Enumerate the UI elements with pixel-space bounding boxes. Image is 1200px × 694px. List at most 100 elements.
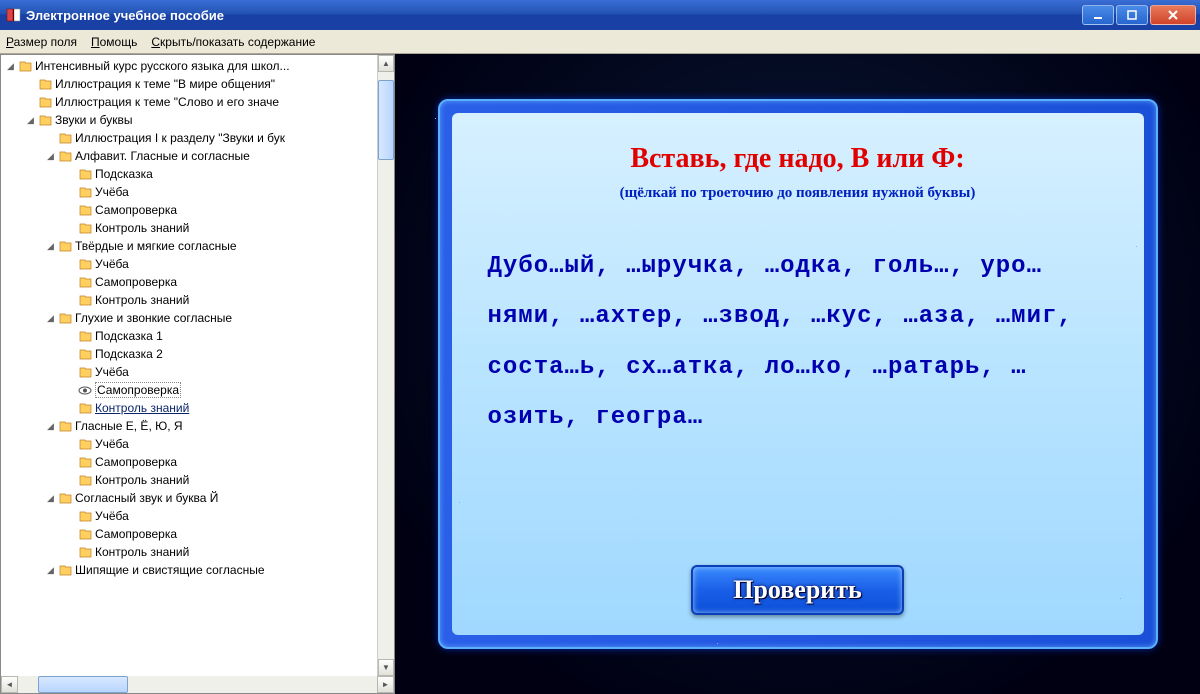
- tree-item-label: Алфавит. Гласные и согласные: [75, 149, 250, 163]
- folder-icon: [78, 456, 92, 468]
- tree-item-label: Иллюстрация I к разделу "Звуки и бук: [75, 131, 285, 145]
- toc-sidebar: ◢ Интенсивный курс русского языка для шко…: [0, 54, 395, 694]
- content-area: ◢ Интенсивный курс русского языка для шко…: [0, 54, 1200, 694]
- tree-item-label: Подсказка 1: [95, 329, 163, 343]
- folder-icon: [58, 312, 72, 324]
- tree-item[interactable]: Контроль знаний: [1, 471, 377, 489]
- folder-icon: [78, 276, 92, 288]
- tree-item[interactable]: Контроль знаний: [1, 291, 377, 309]
- folder-icon: [38, 96, 52, 108]
- tree-item-label: Самопроверка: [95, 455, 177, 469]
- tree-item-label: Шипящие и свистящие согласные: [75, 563, 265, 577]
- scroll-track[interactable]: [378, 72, 394, 659]
- tree-item[interactable]: Подсказка 2: [1, 345, 377, 363]
- menu-toggle-toc[interactable]: Скрыть/показать содержание: [151, 35, 315, 49]
- window-title: Электронное учебное пособие: [26, 8, 1082, 23]
- folder-icon: [78, 546, 92, 558]
- tree-item-label: Иллюстрация к теме "В мире общения": [55, 77, 275, 91]
- tree-item-label: Подсказка 2: [95, 347, 163, 361]
- tree-item[interactable]: ◢ Глухие и звонкие согласные: [1, 309, 377, 327]
- folder-icon: [78, 348, 92, 360]
- tree-item[interactable]: Иллюстрация к теме "В мире общения": [1, 75, 377, 93]
- lesson-viewer: Вставь, где надо, В или Ф: (щёлкай по тр…: [395, 54, 1200, 694]
- tree-item[interactable]: ◢ Твёрдые и мягкие согласные: [1, 237, 377, 255]
- window-controls: [1082, 5, 1196, 25]
- collapse-icon[interactable]: ◢: [25, 115, 36, 126]
- tree-item[interactable]: Иллюстрация к теме "Слово и его значе: [1, 93, 377, 111]
- close-button[interactable]: [1150, 5, 1196, 25]
- tree-item[interactable]: ◢ Интенсивный курс русского языка для шко…: [1, 57, 377, 75]
- folder-icon: [78, 528, 92, 540]
- eye-icon: [78, 384, 92, 396]
- folder-icon: [78, 186, 92, 198]
- tree-item-label: Учёба: [95, 185, 129, 199]
- scroll-up-button[interactable]: ▲: [378, 55, 394, 72]
- tree-item[interactable]: Самопроверка: [1, 381, 377, 399]
- tree-item[interactable]: Учёба: [1, 183, 377, 201]
- folder-icon: [18, 60, 32, 72]
- toc-tree[interactable]: ◢ Интенсивный курс русского языка для шко…: [1, 55, 377, 676]
- check-button[interactable]: Проверить: [691, 565, 904, 615]
- tree-item[interactable]: ◢Гласные Е, Ё, Ю, Я: [1, 417, 377, 435]
- tree-item-label: Учёба: [95, 437, 129, 451]
- tree-item-label: Учёба: [95, 509, 129, 523]
- tree-item[interactable]: Самопроверка: [1, 453, 377, 471]
- menu-field-size[interactable]: Размер поля: [6, 35, 77, 49]
- exercise-text[interactable]: Дубо…ый, …ыручка, …одка, голь…, уро…нями…: [482, 242, 1114, 555]
- tree-item[interactable]: Учёба: [1, 435, 377, 453]
- menu-help[interactable]: Помощь: [91, 35, 137, 49]
- tree-item[interactable]: Самопроверка: [1, 273, 377, 291]
- collapse-icon[interactable]: ◢: [45, 421, 56, 432]
- scroll-right-button[interactable]: ►: [377, 676, 394, 693]
- horizontal-scrollbar[interactable]: ◄ ►: [1, 676, 394, 693]
- tree-item[interactable]: Контроль знаний: [1, 543, 377, 561]
- tree-item-label: Контроль знаний: [95, 221, 189, 235]
- tree-item-label: Звуки и буквы: [55, 113, 133, 127]
- application-window: Электронное учебное пособие Размер поля …: [0, 0, 1200, 694]
- lesson-card-inner: Вставь, где надо, В или Ф: (щёлкай по тр…: [452, 113, 1144, 635]
- tree-item[interactable]: Контроль знаний: [1, 399, 377, 417]
- tree-item[interactable]: ◢ Шипящие и свистящие согласные: [1, 561, 377, 579]
- collapse-icon[interactable]: ◢: [45, 151, 56, 162]
- folder-icon: [58, 420, 72, 432]
- tree-item-label: Учёба: [95, 365, 129, 379]
- collapse-icon[interactable]: ◢: [5, 61, 16, 72]
- tree-item[interactable]: Самопроверка: [1, 525, 377, 543]
- tree-item[interactable]: Самопроверка: [1, 201, 377, 219]
- scroll-down-button[interactable]: ▼: [378, 659, 394, 676]
- tree-item[interactable]: ◢Согласный звук и буква Й: [1, 489, 377, 507]
- tree-item[interactable]: Контроль знаний: [1, 219, 377, 237]
- folder-icon: [38, 114, 52, 126]
- folder-icon: [78, 258, 92, 270]
- tree-item-label: Твёрдые и мягкие согласные: [75, 239, 237, 253]
- tree-item[interactable]: Подсказка: [1, 165, 377, 183]
- collapse-icon[interactable]: ◢: [45, 241, 56, 252]
- tree-item[interactable]: Учёба: [1, 363, 377, 381]
- tree-item[interactable]: Иллюстрация I к разделу "Звуки и бук: [1, 129, 377, 147]
- folder-icon: [58, 150, 72, 162]
- maximize-button[interactable]: [1116, 5, 1148, 25]
- folder-icon: [78, 204, 92, 216]
- scroll-left-button[interactable]: ◄: [1, 676, 18, 693]
- tree-item[interactable]: Учёба: [1, 255, 377, 273]
- collapse-icon[interactable]: ◢: [45, 493, 56, 504]
- tree-item-label: Самопроверка: [95, 527, 177, 541]
- folder-icon: [78, 366, 92, 378]
- tree-item[interactable]: ◢ Звуки и буквы: [1, 111, 377, 129]
- tree-item-label: Интенсивный курс русского языка для школ…: [35, 59, 290, 73]
- tree-item-label: Глухие и звонкие согласные: [75, 311, 232, 325]
- tree-item[interactable]: ◢ Алфавит. Гласные и согласные: [1, 147, 377, 165]
- scroll-thumb[interactable]: [378, 80, 394, 160]
- tree-item-label: Контроль знаний: [95, 401, 189, 415]
- tree-item[interactable]: Учёба: [1, 507, 377, 525]
- titlebar[interactable]: Электронное учебное пособие: [0, 0, 1200, 30]
- hscroll-thumb[interactable]: [38, 676, 128, 693]
- tree-item[interactable]: Подсказка 1: [1, 327, 377, 345]
- hscroll-track[interactable]: [18, 676, 377, 693]
- folder-icon: [58, 564, 72, 576]
- minimize-button[interactable]: [1082, 5, 1114, 25]
- vertical-scrollbar[interactable]: ▲ ▼: [377, 55, 394, 676]
- collapse-icon[interactable]: ◢: [45, 313, 56, 324]
- collapse-icon[interactable]: ◢: [45, 565, 56, 576]
- folder-icon: [78, 330, 92, 342]
